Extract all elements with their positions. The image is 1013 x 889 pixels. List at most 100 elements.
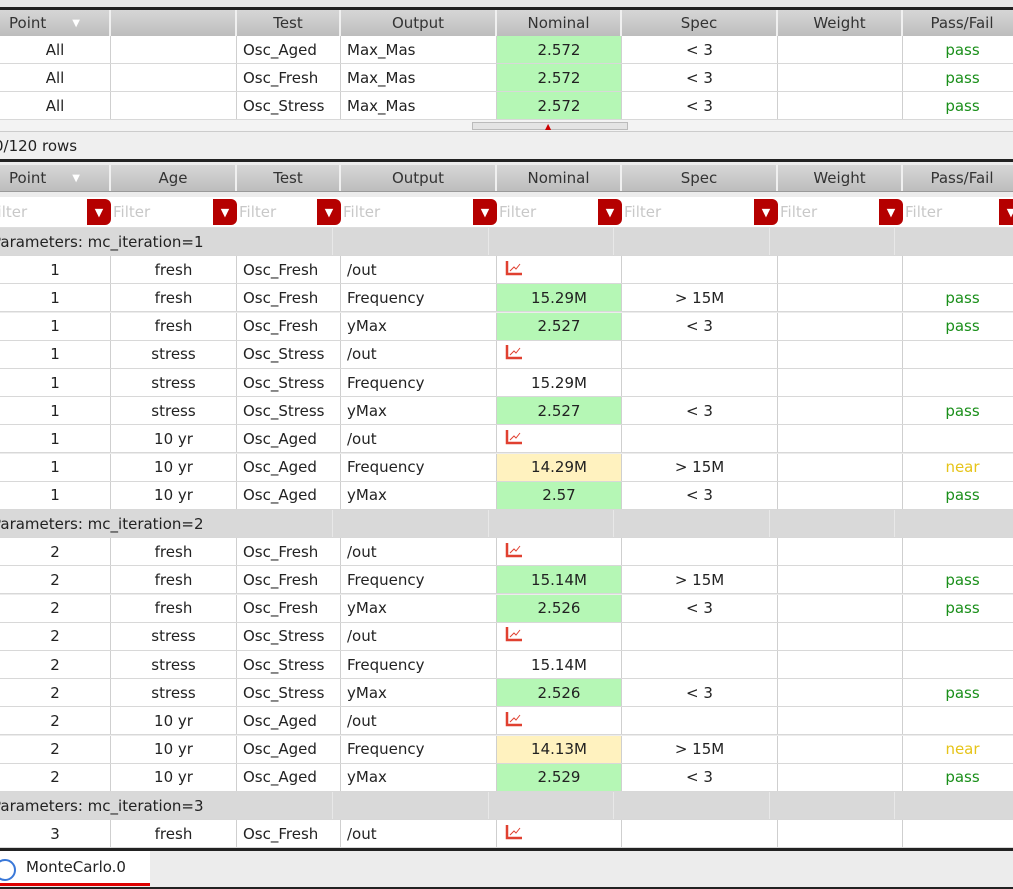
- filter-dropdown-button[interactable]: ▼: [473, 199, 497, 225]
- column-header-point[interactable]: Point ▼: [0, 10, 111, 36]
- value: > 15M: [674, 288, 725, 307]
- value: 15.14M: [531, 655, 587, 674]
- value: fresh: [154, 599, 193, 618]
- column-header-test[interactable]: Test: [237, 10, 341, 36]
- cell-nominal: 2.526: [497, 679, 622, 707]
- group-header-row[interactable]: Parameters: mc_iteration=1: [0, 228, 1013, 256]
- waveform-plot-icon[interactable]: [497, 429, 523, 449]
- column-header-spec[interactable]: Spec: [622, 10, 778, 36]
- cell-age: stress: [111, 369, 237, 396]
- cell-output: yMax: [341, 594, 497, 622]
- table-row[interactable]: 2 stress Osc_Stress/out: [0, 622, 1013, 651]
- table-row[interactable]: 2 stress Osc_Stress yMax 2.526 < 3 pass: [0, 679, 1013, 708]
- filter-input[interactable]: Filter: [343, 203, 380, 221]
- cell-test: Osc_Stress: [237, 340, 341, 368]
- table-row[interactable]: All Osc_Fresh Max_Mas 2.572 < 3 pass: [0, 64, 1013, 92]
- filter-input[interactable]: Filter: [239, 203, 276, 221]
- value: pass: [945, 401, 980, 420]
- column-header-pass-fail[interactable]: Pass/Fail: [903, 10, 1013, 36]
- tab-label: MonteCarlo.0: [26, 858, 126, 876]
- cell-weight: [778, 369, 903, 396]
- filter-cell[interactable]: Filter ▼: [497, 197, 622, 227]
- column-header-weight[interactable]: Weight: [778, 165, 903, 191]
- filter-input[interactable]: Filter: [499, 203, 536, 221]
- table-row[interactable]: 1 10 yr Osc_Aged/out: [0, 425, 1013, 454]
- filter-input[interactable]: Filter: [0, 203, 27, 221]
- column-header-spec[interactable]: Spec: [622, 165, 778, 191]
- table-row[interactable]: 1 fresh Osc_Fresh/out: [0, 256, 1013, 285]
- table-row[interactable]: 2 fresh Osc_Fresh/out: [0, 538, 1013, 567]
- table-row[interactable]: 1 fresh Osc_Fresh yMax 2.527 < 3 pass: [0, 312, 1013, 341]
- header-label: Spec: [680, 169, 718, 187]
- filter-dropdown-button[interactable]: ▼: [999, 199, 1013, 225]
- group-header-row[interactable]: Parameters: mc_iteration=2: [0, 510, 1013, 538]
- column-header-test[interactable]: Test: [237, 165, 341, 191]
- filter-dropdown-button[interactable]: ▼: [213, 199, 237, 225]
- table-row[interactable]: 1 10 yr Osc_Aged yMax 2.57 < 3 pass: [0, 481, 1013, 510]
- waveform-plot-icon[interactable]: [497, 542, 523, 562]
- table-row[interactable]: All Osc_Aged Max_Mas 2.572 < 3 pass: [0, 36, 1013, 64]
- filter-cell[interactable]: Filter ▼: [237, 197, 341, 227]
- filter-cell[interactable]: Filter ▼: [111, 197, 237, 227]
- column-header-point[interactable]: Point ▼: [0, 165, 111, 191]
- filter-dropdown-button[interactable]: ▼: [879, 199, 903, 225]
- table-row[interactable]: 3 fresh Osc_Fresh/out: [0, 820, 1013, 849]
- scrollbar-thumb[interactable]: ▲: [472, 122, 628, 131]
- column-header-age[interactable]: Age: [111, 165, 237, 191]
- filter-cell[interactable]: Filter ▼: [778, 197, 903, 227]
- column-header-output[interactable]: Output: [341, 165, 497, 191]
- filter-input[interactable]: Filter: [113, 203, 150, 221]
- filter-cell[interactable]: Filter ▼: [341, 197, 497, 227]
- table-row[interactable]: 1 stress Osc_Stress/out: [0, 340, 1013, 369]
- waveform-plot-icon[interactable]: [497, 711, 523, 731]
- column-header-output[interactable]: Output: [341, 10, 497, 36]
- value: Osc_Stress: [243, 627, 325, 646]
- column-header-pass-fail[interactable]: Pass/Fail: [903, 165, 1013, 191]
- cell-spec: [622, 651, 778, 678]
- group-header-row[interactable]: Parameters: mc_iteration=3: [0, 792, 1013, 820]
- sort-arrow-icon[interactable]: ▼: [72, 173, 80, 184]
- column-header-age[interactable]: [111, 10, 237, 36]
- filter-cell[interactable]: Filter ▼: [622, 197, 778, 227]
- table-row[interactable]: 2 stress Osc_Stress Frequency 15.14M: [0, 651, 1013, 679]
- filter-input[interactable]: Filter: [624, 203, 661, 221]
- waveform-plot-icon[interactable]: [497, 260, 523, 280]
- table-row[interactable]: 1 10 yr Osc_Aged Frequency 14.29M > 15M near: [0, 453, 1013, 482]
- value: < 3: [686, 40, 713, 59]
- cell-nominal: 14.29M: [497, 453, 622, 481]
- cell-spec: < 3: [622, 481, 778, 509]
- filter-dropdown-button[interactable]: ▼: [87, 199, 111, 225]
- filter-input[interactable]: Filter: [780, 203, 817, 221]
- cell-spec: [622, 820, 778, 848]
- filter-cell[interactable]: Filter ▼: [0, 197, 111, 227]
- table-row[interactable]: 2 fresh Osc_Fresh yMax 2.526 < 3 pass: [0, 594, 1013, 623]
- column-header-nominal[interactable]: Nominal: [497, 165, 622, 191]
- column-header-nominal[interactable]: Nominal: [497, 10, 622, 36]
- cell-age: 10 yr: [111, 735, 237, 763]
- sort-arrow-icon[interactable]: ▼: [72, 18, 80, 29]
- tab-montecarlo[interactable]: MonteCarlo.0: [0, 851, 150, 886]
- waveform-plot-icon[interactable]: [497, 824, 523, 844]
- table-row[interactable]: All Osc_Stress Max_Mas 2.572 < 3 pass: [0, 92, 1013, 120]
- filter-dropdown-button[interactable]: ▼: [598, 199, 622, 225]
- table-row[interactable]: 1 stress Osc_Stress Frequency 15.29M: [0, 369, 1013, 397]
- column-header-weight[interactable]: Weight: [778, 10, 903, 36]
- waveform-plot-icon[interactable]: [497, 626, 523, 646]
- table-row[interactable]: 2 10 yr Osc_Aged yMax 2.529 < 3 pass: [0, 763, 1013, 792]
- filter-cell[interactable]: Filter ▼: [903, 197, 1013, 227]
- cell-nominal: [497, 340, 622, 368]
- cell-spec: [622, 369, 778, 396]
- value: Osc_Fresh: [243, 260, 319, 279]
- table-row[interactable]: 2 fresh Osc_Fresh Frequency 15.14M > 15M pass: [0, 566, 1013, 595]
- cell-weight: [778, 481, 903, 509]
- table-row[interactable]: 2 10 yr Osc_Aged Frequency 14.13M > 15M near: [0, 735, 1013, 764]
- filter-input[interactable]: Filter: [905, 203, 942, 221]
- header-label: Test: [273, 14, 303, 32]
- filter-dropdown-button[interactable]: ▼: [754, 199, 778, 225]
- horizontal-scrollbar[interactable]: ▲: [0, 120, 1013, 132]
- table-row[interactable]: 2 10 yr Osc_Aged/out: [0, 707, 1013, 736]
- table-row[interactable]: 1 fresh Osc_Fresh Frequency 15.29M > 15M pass: [0, 284, 1013, 313]
- filter-dropdown-button[interactable]: ▼: [317, 199, 341, 225]
- waveform-plot-icon[interactable]: [497, 344, 523, 364]
- table-row[interactable]: 1 stress Osc_Stress yMax 2.527 < 3 pass: [0, 397, 1013, 426]
